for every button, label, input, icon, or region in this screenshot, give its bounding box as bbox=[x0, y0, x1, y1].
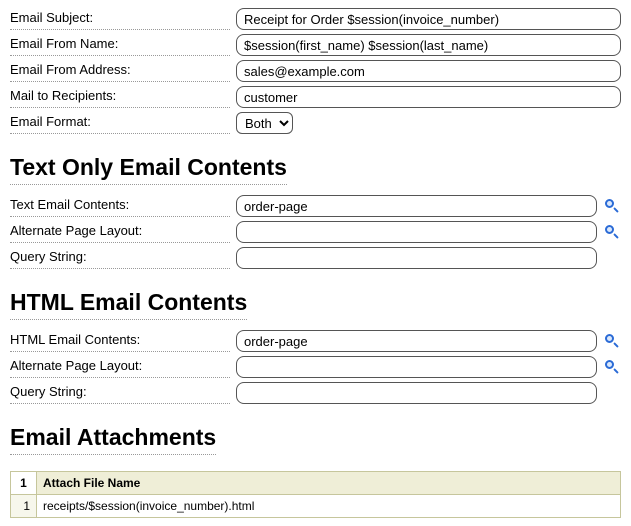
text-alt-layout-input[interactable] bbox=[236, 221, 597, 243]
email-format-label: Email Format: bbox=[10, 113, 230, 134]
text-query-input[interactable] bbox=[236, 247, 597, 269]
html-query-input[interactable] bbox=[236, 382, 597, 404]
html-contents-label: HTML Email Contents: bbox=[10, 331, 230, 352]
email-format-select[interactable]: Both bbox=[236, 112, 293, 134]
attachments-heading: Email Attachments bbox=[10, 424, 216, 455]
column-file-name: Attach File Name bbox=[37, 472, 621, 495]
table-row[interactable]: 1 receipts/$session(invoice_number).html bbox=[11, 495, 621, 518]
email-from-name-input[interactable] bbox=[236, 34, 621, 56]
text-contents-label: Text Email Contents: bbox=[10, 196, 230, 217]
html-query-label: Query String: bbox=[10, 383, 230, 404]
text-contents-input[interactable] bbox=[236, 195, 597, 217]
email-from-name-label: Email From Name: bbox=[10, 35, 230, 56]
email-from-address-label: Email From Address: bbox=[10, 61, 230, 82]
lookup-icon[interactable] bbox=[603, 358, 621, 376]
mail-to-recipients-label: Mail to Recipients: bbox=[10, 87, 230, 108]
text-alt-layout-label: Alternate Page Layout: bbox=[10, 222, 230, 243]
lookup-icon[interactable] bbox=[603, 223, 621, 241]
html-contents-input[interactable] bbox=[236, 330, 597, 352]
email-from-address-input[interactable] bbox=[236, 60, 621, 82]
mail-to-recipients-input[interactable] bbox=[236, 86, 621, 108]
text-query-label: Query String: bbox=[10, 248, 230, 269]
attachments-table: 1 Attach File Name 1 receipts/$session(i… bbox=[10, 471, 621, 518]
email-subject-input[interactable] bbox=[236, 8, 621, 30]
lookup-icon[interactable] bbox=[603, 197, 621, 215]
html-alt-layout-input[interactable] bbox=[236, 356, 597, 378]
row-file-name: receipts/$session(invoice_number).html bbox=[37, 495, 621, 518]
html-heading: HTML Email Contents bbox=[10, 289, 247, 320]
email-subject-label: Email Subject: bbox=[10, 9, 230, 30]
column-index: 1 bbox=[11, 472, 37, 495]
html-alt-layout-label: Alternate Page Layout: bbox=[10, 357, 230, 378]
row-index: 1 bbox=[11, 495, 37, 518]
text-only-heading: Text Only Email Contents bbox=[10, 154, 287, 185]
lookup-icon[interactable] bbox=[603, 332, 621, 350]
